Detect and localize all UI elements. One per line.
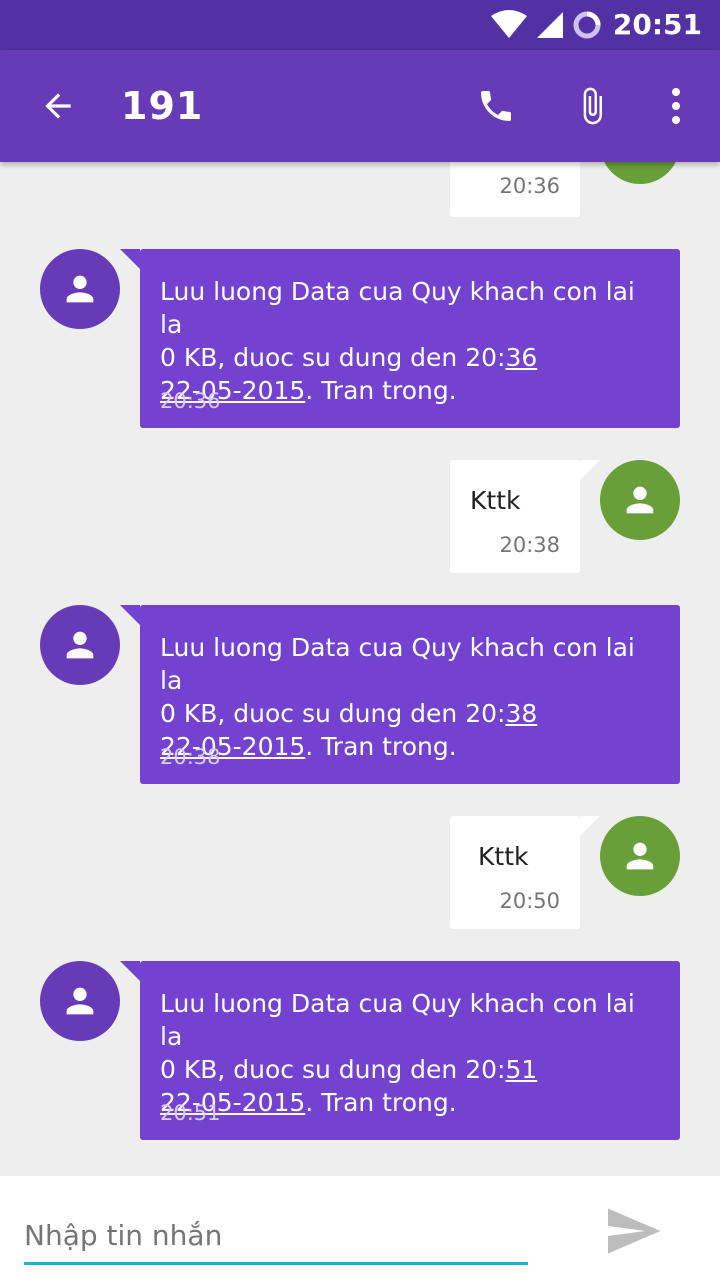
message-outgoing[interactable]: 20:36 — [0, 162, 720, 217]
message-text-segment: . Tran trong. — [305, 1088, 457, 1117]
message-outgoing[interactable]: Kttk 20:50 — [0, 816, 720, 929]
message-text-segment: . Tran trong. — [305, 732, 457, 761]
message-incoming[interactable]: Luu luong Data cua Quy khach con lai la … — [0, 961, 720, 1140]
bubble-tail — [120, 961, 140, 981]
message-text: Luu luong Data cua Quy khach con lai la … — [160, 275, 660, 407]
cell-signal-icon — [537, 12, 563, 38]
avatar[interactable] — [40, 961, 120, 1041]
message-bubble[interactable]: Luu luong Data cua Quy khach con lai la … — [120, 961, 680, 1140]
message-incoming[interactable]: Luu luong Data cua Quy khach con lai la … — [0, 605, 720, 784]
message-time: 20:50 — [499, 889, 560, 913]
message-list[interactable]: 20:36 Luu luong Data cua Quy khach con l… — [0, 162, 720, 1176]
message-line: Luu luong Data cua Quy khach con lai la — [160, 633, 635, 695]
avatar[interactable] — [600, 460, 680, 540]
status-time: 20:51 — [612, 8, 702, 41]
conversation-title: 191 — [121, 84, 204, 128]
overflow-menu-button[interactable] — [646, 76, 706, 136]
more-vert-icon — [672, 88, 680, 124]
message-bubble[interactable]: Kttk 20:50 — [450, 816, 600, 929]
status-icons — [490, 9, 602, 41]
status-bar: 20:51 — [0, 0, 720, 50]
arrow-back-icon — [45, 93, 71, 119]
person-icon — [626, 842, 654, 870]
message-line: 22-05-2015. Tran trong. — [160, 374, 660, 407]
message-time: 20:38 — [499, 533, 560, 557]
message-text-segment: . Tran trong. — [305, 376, 457, 405]
message-text-segment: 0 KB, duoc su dung den 20: — [160, 1055, 506, 1084]
message-line: 0 KB, duoc su dung den 20:38 — [160, 697, 660, 730]
bubble-tail — [580, 460, 600, 480]
message-time: 20:38 — [160, 745, 221, 769]
send-icon — [608, 1208, 661, 1254]
message-input[interactable] — [24, 1208, 528, 1265]
avatar[interactable] — [40, 249, 120, 329]
message-outgoing[interactable]: Kttk 20:38 — [0, 460, 720, 573]
back-button[interactable] — [28, 76, 88, 136]
attach-button[interactable] — [562, 76, 622, 136]
app-bar: 191 — [0, 50, 720, 162]
person-icon — [66, 987, 94, 1015]
loading-circle-icon — [573, 11, 601, 39]
message-line: Luu luong Data cua Quy khach con lai la — [160, 277, 635, 339]
person-icon — [66, 275, 94, 303]
message-time: 20:51 — [160, 1101, 221, 1125]
phone-icon — [481, 91, 511, 121]
time-link[interactable]: 36 — [505, 343, 537, 372]
bubble-tail — [120, 605, 140, 625]
person-icon — [66, 631, 94, 659]
avatar[interactable] — [600, 816, 680, 896]
message-text: Kttk — [478, 842, 529, 871]
message-text: Luu luong Data cua Quy khach con lai la … — [160, 987, 660, 1119]
person-icon — [620, 162, 660, 164]
message-text-segment: 0 KB, duoc su dung den 20: — [160, 343, 506, 372]
message-text: Luu luong Data cua Quy khach con lai la … — [160, 631, 660, 763]
message-line: 22-05-2015. Tran trong. — [160, 730, 660, 763]
message-incoming[interactable]: Luu luong Data cua Quy khach con lai la … — [0, 249, 720, 428]
avatar[interactable] — [40, 605, 120, 685]
composer-bar — [0, 1176, 720, 1280]
paperclip-icon — [583, 87, 602, 125]
message-line: 22-05-2015. Tran trong. — [160, 1086, 660, 1119]
message-line: 0 KB, duoc su dung den 20:51 — [160, 1053, 660, 1086]
person-icon — [626, 486, 654, 514]
call-button[interactable] — [466, 76, 526, 136]
bubble-tail — [120, 249, 140, 269]
message-bubble[interactable]: Luu luong Data cua Quy khach con lai la … — [120, 249, 680, 428]
message-line: Luu luong Data cua Quy khach con lai la — [160, 989, 635, 1051]
message-time: 20:36 — [160, 389, 221, 413]
avatar[interactable] — [600, 162, 680, 184]
message-bubble[interactable]: Kttk 20:38 — [450, 460, 600, 573]
message-time: 20:36 — [499, 174, 560, 198]
send-button[interactable] — [598, 1196, 668, 1266]
time-link[interactable]: 51 — [505, 1055, 537, 1084]
bubble-tail — [580, 816, 600, 836]
message-bubble[interactable]: 20:36 — [450, 162, 580, 217]
time-link[interactable]: 38 — [505, 699, 537, 728]
message-text: Kttk — [470, 486, 521, 515]
message-bubble[interactable]: Luu luong Data cua Quy khach con lai la … — [120, 605, 680, 784]
wifi-icon — [491, 10, 527, 38]
message-line: 0 KB, duoc su dung den 20:36 — [160, 341, 660, 374]
message-text-segment: 0 KB, duoc su dung den 20: — [160, 699, 506, 728]
